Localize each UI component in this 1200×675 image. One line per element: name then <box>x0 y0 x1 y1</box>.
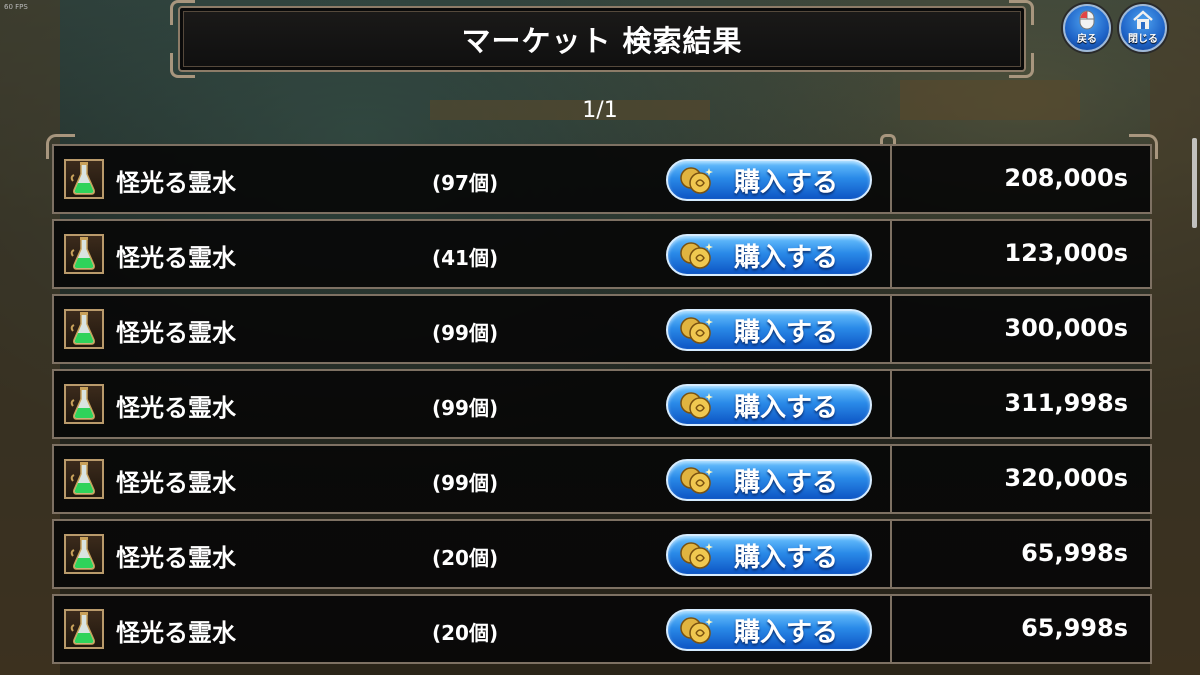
column-divider <box>890 596 892 662</box>
item-name: 怪光る霊水 <box>116 469 236 497</box>
mouse-icon <box>1076 10 1098 30</box>
item-name: 怪光る霊水 <box>116 544 236 572</box>
potion-icon <box>64 309 104 349</box>
buy-button-label: 購入する <box>734 242 839 273</box>
ornament <box>170 0 195 25</box>
column-divider <box>890 146 892 212</box>
coins-icon <box>678 240 714 270</box>
column-divider <box>890 446 892 512</box>
close-label: 閉じる <box>1128 34 1158 45</box>
item-quantity: (99個) <box>432 321 499 345</box>
item-quantity: (97個) <box>432 171 499 195</box>
item-quantity: (20個) <box>432 546 499 570</box>
ornament <box>1009 0 1034 25</box>
item-name: 怪光る霊水 <box>116 169 236 197</box>
close-button[interactable]: 閉じる <box>1119 4 1167 52</box>
buy-button[interactable]: 購入する <box>666 534 872 576</box>
column-divider <box>890 296 892 362</box>
item-name: 怪光る霊水 <box>116 244 236 272</box>
buy-button-label: 購入する <box>734 617 839 648</box>
buy-button-label: 購入する <box>734 392 839 423</box>
potion-icon <box>64 609 104 649</box>
potion-icon <box>64 534 104 574</box>
listing-row: 怪光る霊水 (99個) 購入する 300,000s <box>52 294 1152 364</box>
fps-counter: 60 FPS <box>4 3 28 11</box>
back-label: 戻る <box>1077 34 1097 45</box>
item-quantity: (41個) <box>432 246 499 270</box>
item-name: 怪光る霊水 <box>116 619 236 647</box>
coins-icon <box>678 390 714 420</box>
buy-button-label: 購入する <box>734 317 839 348</box>
item-quantity: (99個) <box>432 471 499 495</box>
item-price: 311,998s <box>1004 389 1128 417</box>
coins-icon <box>678 165 714 195</box>
item-price: 65,998s <box>1021 614 1128 642</box>
page-indicator: 1/1 <box>582 98 618 123</box>
buy-button[interactable]: 購入する <box>666 159 872 201</box>
coins-icon <box>678 540 714 570</box>
listing-row: 怪光る霊水 (41個) 購入する 123,000s <box>52 219 1152 289</box>
scrollbar[interactable] <box>1192 138 1197 228</box>
buy-button[interactable]: 購入する <box>666 309 872 351</box>
listing-row: 怪光る霊水 (20個) 購入する 65,998s <box>52 519 1152 589</box>
buy-button[interactable]: 購入する <box>666 384 872 426</box>
item-price: 123,000s <box>1004 239 1128 267</box>
potion-icon <box>64 159 104 199</box>
item-name: 怪光る霊水 <box>116 394 236 422</box>
item-price: 208,000s <box>1004 164 1128 192</box>
back-button[interactable]: 戻る <box>1063 4 1111 52</box>
listing-row: 怪光る霊水 (99個) 購入する 320,000s <box>52 444 1152 514</box>
column-divider <box>890 371 892 437</box>
listing-list: 怪光る霊水 (97個) 購入する 208,000s 怪光る霊水 (41個) 購入… <box>46 134 1158 664</box>
buy-button[interactable]: 購入する <box>666 609 872 651</box>
item-name: 怪光る霊水 <box>116 319 236 347</box>
ornament <box>170 53 195 78</box>
page-title: マーケット 検索結果 <box>461 24 743 58</box>
column-divider <box>890 221 892 287</box>
buy-button-label: 購入する <box>734 467 839 498</box>
title-bar: マーケット 検索結果 <box>170 0 1034 78</box>
coins-icon <box>678 465 714 495</box>
potion-icon <box>64 234 104 274</box>
item-price: 320,000s <box>1004 464 1128 492</box>
listing-row: 怪光る霊水 (20個) 購入する 65,998s <box>52 594 1152 664</box>
ornament <box>1009 53 1034 78</box>
coins-icon <box>678 615 714 645</box>
buy-button[interactable]: 購入する <box>666 459 872 501</box>
coins-icon <box>678 315 714 345</box>
house-icon <box>1132 10 1154 30</box>
potion-icon <box>64 459 104 499</box>
item-price: 300,000s <box>1004 314 1128 342</box>
buy-button-label: 購入する <box>734 542 839 573</box>
buy-button-label: 購入する <box>734 167 839 198</box>
listing-row: 怪光る霊水 (99個) 購入する 311,998s <box>52 369 1152 439</box>
item-quantity: (99個) <box>432 396 499 420</box>
listing-row: 怪光る霊水 (97個) 購入する 208,000s <box>52 144 1152 214</box>
column-divider <box>890 521 892 587</box>
potion-icon <box>64 384 104 424</box>
buy-button[interactable]: 購入する <box>666 234 872 276</box>
item-quantity: (20個) <box>432 621 499 645</box>
item-price: 65,998s <box>1021 539 1128 567</box>
